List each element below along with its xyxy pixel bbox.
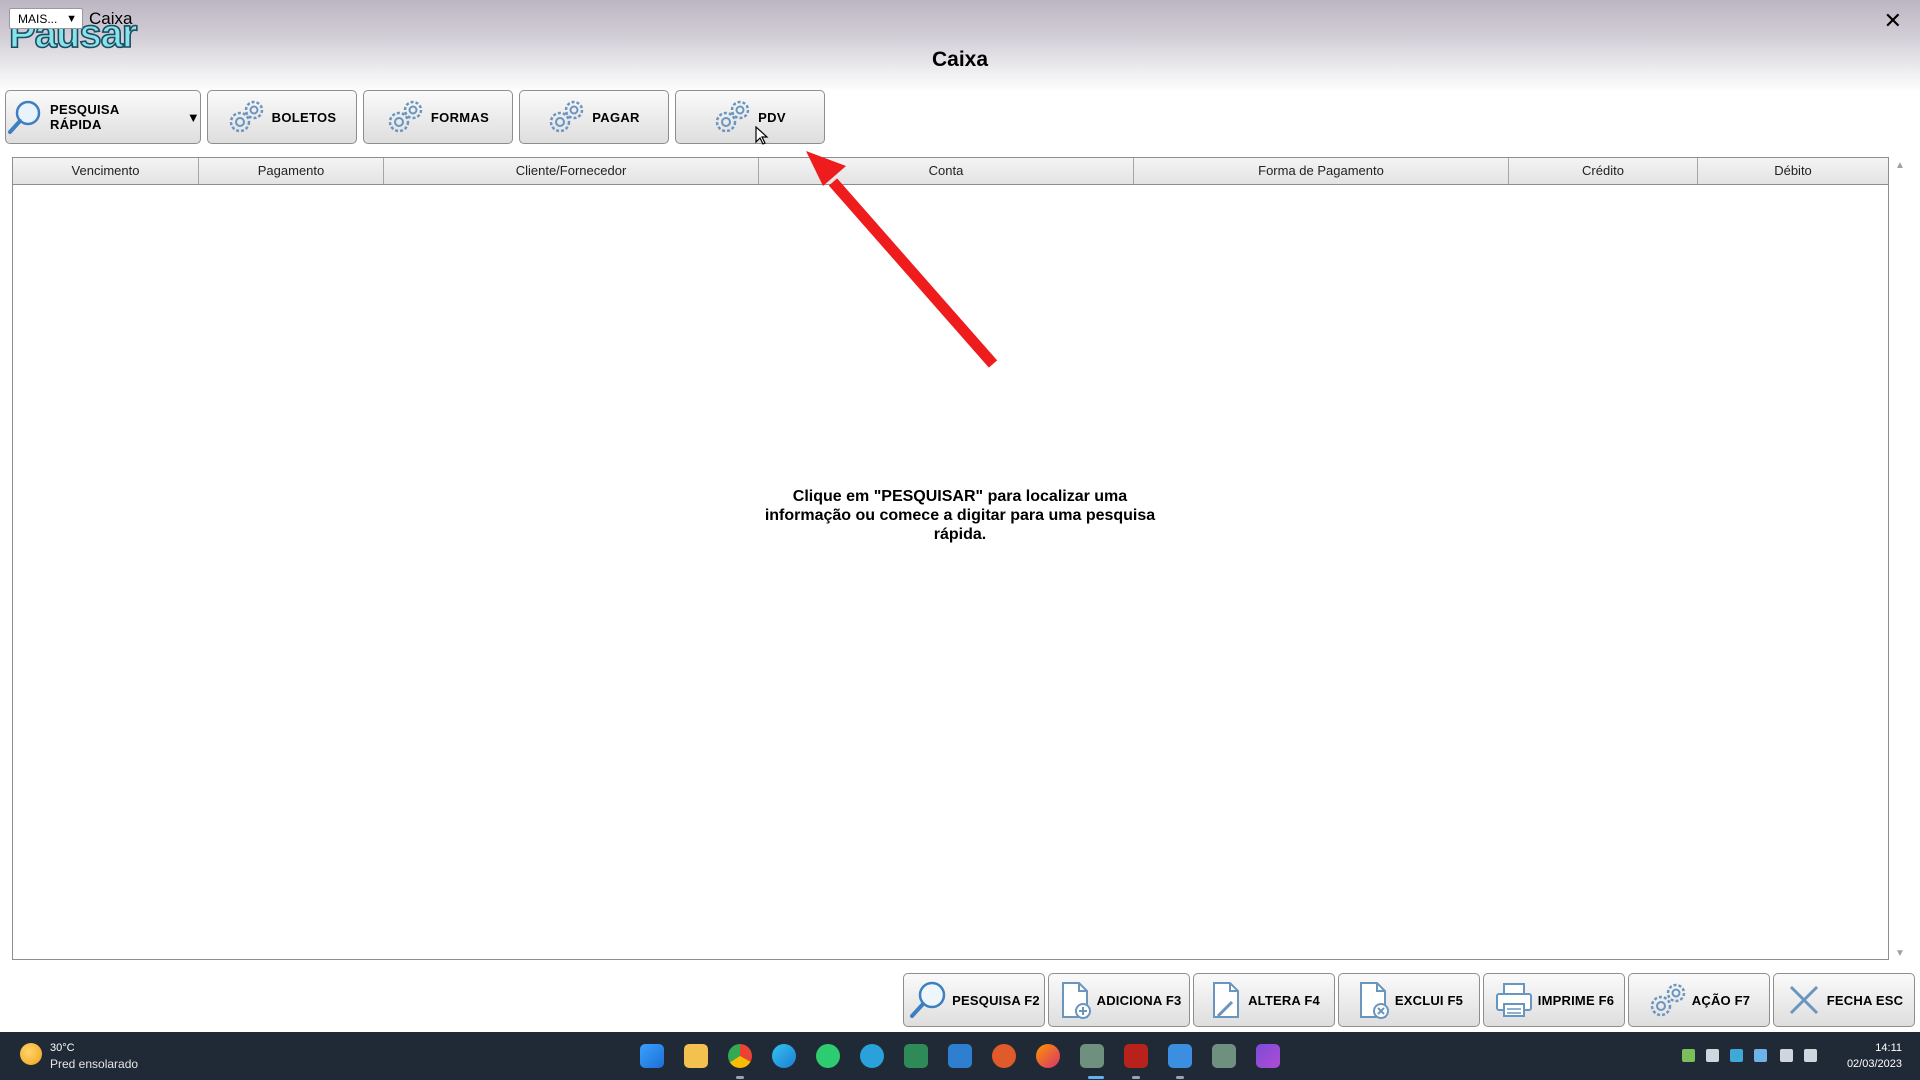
scroll-up-icon[interactable]: ▲ — [1895, 160, 1905, 171]
page-title: Caixa — [931, 48, 989, 71]
running-indicator — [1176, 1076, 1184, 1079]
adiciona-button[interactable]: ADICIONA F3 — [1048, 973, 1190, 1027]
imprime-label: IMPRIME F6 — [1537, 992, 1615, 1008]
whatsapp-icon[interactable] — [816, 1044, 840, 1068]
exclui-button[interactable]: EXCLUI F5 — [1338, 973, 1480, 1027]
column-header-vencimento[interactable]: Vencimento — [13, 158, 199, 184]
active-indicator — [1088, 1076, 1104, 1079]
chrome-icon[interactable] — [728, 1044, 752, 1068]
acao-button[interactable]: AÇÃO F7 — [1628, 973, 1770, 1027]
mais-dropdown[interactable]: MAIS... ▼ — [9, 8, 83, 29]
gears-icon — [1650, 983, 1686, 1017]
formas-button[interactable]: FORMAS — [363, 90, 513, 144]
pdv-button[interactable]: PDV — [675, 90, 825, 144]
exclui-label: EXCLUI F5 — [1394, 992, 1464, 1008]
imprime-button[interactable]: IMPRIME F6 — [1483, 973, 1625, 1027]
running-indicator — [736, 1076, 744, 1079]
column-header-debito[interactable]: Débito — [1698, 158, 1888, 184]
vertical-scrollbar[interactable]: ▲ ▼ — [1892, 158, 1910, 961]
gears-icon — [388, 100, 423, 133]
app-icon[interactable] — [992, 1044, 1016, 1068]
firefox-icon[interactable] — [1036, 1044, 1060, 1068]
running-indicator — [1132, 1076, 1140, 1079]
windows-start-icon[interactable] — [640, 1044, 664, 1068]
formas-label: FORMAS — [430, 109, 490, 125]
pesquisa-button[interactable]: PESQUISA F2 — [903, 973, 1045, 1027]
filezilla-icon[interactable] — [1124, 1044, 1148, 1068]
scroll-down-icon[interactable]: ▼ — [1895, 948, 1905, 959]
pagar-label: PAGAR — [592, 109, 640, 125]
chevron-down-icon: ▼ — [66, 13, 77, 25]
clock-time[interactable]: 14:11 — [1875, 1042, 1902, 1054]
weather-temperature[interactable]: 30°C — [50, 1042, 75, 1054]
fecha-label: FECHA ESC — [1826, 992, 1904, 1008]
close-icon[interactable]: ✕ — [1884, 8, 1902, 34]
remote-desktop-icon[interactable] — [948, 1044, 972, 1068]
pagar-button[interactable]: PAGAR — [519, 90, 669, 144]
gears-icon — [715, 100, 750, 133]
tray-app-icon[interactable] — [1682, 1049, 1695, 1062]
column-header-conta[interactable]: Conta — [759, 158, 1134, 184]
pesquisa-label: PESQUISA F2 — [952, 992, 1040, 1008]
table-header: Vencimento Pagamento Cliente/Fornecedor … — [13, 158, 1888, 185]
gears-icon — [550, 100, 584, 133]
volume-icon[interactable] — [1804, 1049, 1817, 1062]
title-bar: Pausar MAIS... ▼ Caixa ✕ Caixa — [0, 0, 1920, 92]
clock-date[interactable]: 02/03/2023 — [1847, 1058, 1902, 1070]
empty-state-message: Clique em "PESQUISAR" para localizar uma… — [764, 488, 1156, 543]
fecha-button[interactable]: FECHA ESC — [1773, 973, 1915, 1027]
tray-security-icon[interactable] — [1730, 1049, 1743, 1062]
acao-label: AÇÃO F7 — [1691, 992, 1751, 1008]
column-header-pagamento[interactable]: Pagamento — [199, 158, 384, 184]
edge-icon[interactable] — [772, 1044, 796, 1068]
magnifier-icon — [8, 100, 41, 134]
weather-description[interactable]: Pred ensolarado — [50, 1057, 138, 1071]
close-icon — [1789, 985, 1818, 1015]
column-header-forma-pagamento[interactable]: Forma de Pagamento — [1134, 158, 1509, 184]
boletos-button[interactable]: BOLETOS — [207, 90, 357, 144]
altera-button[interactable]: ALTERA F4 — [1193, 973, 1335, 1027]
network-icon[interactable] — [1780, 1049, 1793, 1062]
window-title: Caixa — [89, 9, 133, 28]
magnifier-icon — [910, 981, 946, 1018]
tray-cloud-icon[interactable] — [1754, 1049, 1767, 1062]
printer-icon — [1495, 983, 1532, 1017]
weather-sun-icon[interactable] — [20, 1043, 42, 1065]
delete-document-icon — [1359, 982, 1389, 1019]
altera-label: ALTERA F4 — [1248, 992, 1320, 1008]
gears-icon — [229, 100, 263, 133]
mais-dropdown-label: MAIS... — [18, 12, 58, 26]
quick-search-label: PESQUISA RÁPIDA — [50, 102, 120, 132]
boletos-label: BOLETOS — [271, 109, 337, 125]
column-header-cliente-fornecedor[interactable]: Cliente/Fornecedor — [384, 158, 759, 184]
spreadsheet-icon[interactable] — [904, 1044, 928, 1068]
column-header-credito[interactable]: Crédito — [1509, 158, 1698, 184]
edit-document-icon — [1213, 982, 1240, 1018]
adiciona-label: ADICIONA F3 — [1096, 992, 1182, 1008]
chevron-down-icon[interactable]: ▼ — [187, 110, 200, 125]
video-editor-icon[interactable] — [1256, 1044, 1280, 1068]
pdv-label: PDV — [758, 109, 786, 125]
file-explorer-icon[interactable] — [684, 1044, 708, 1068]
quick-search-button[interactable]: PESQUISA RÁPIDA ▼ — [5, 90, 201, 144]
results-table[interactable]: Vencimento Pagamento Cliente/Fornecedor … — [12, 157, 1905, 960]
windows-taskbar: 30°C Pred ensolarado 14:11 02/03/2023 — [0, 1032, 1920, 1080]
notepad-icon[interactable] — [1168, 1044, 1192, 1068]
pausar-app-icon[interactable] — [1080, 1044, 1104, 1068]
pausar-app-icon-2[interactable] — [1212, 1044, 1236, 1068]
tray-usb-icon[interactable] — [1706, 1049, 1719, 1062]
mouse-cursor-icon — [755, 126, 769, 145]
telegram-icon[interactable] — [860, 1044, 884, 1068]
add-document-icon — [1061, 982, 1091, 1019]
